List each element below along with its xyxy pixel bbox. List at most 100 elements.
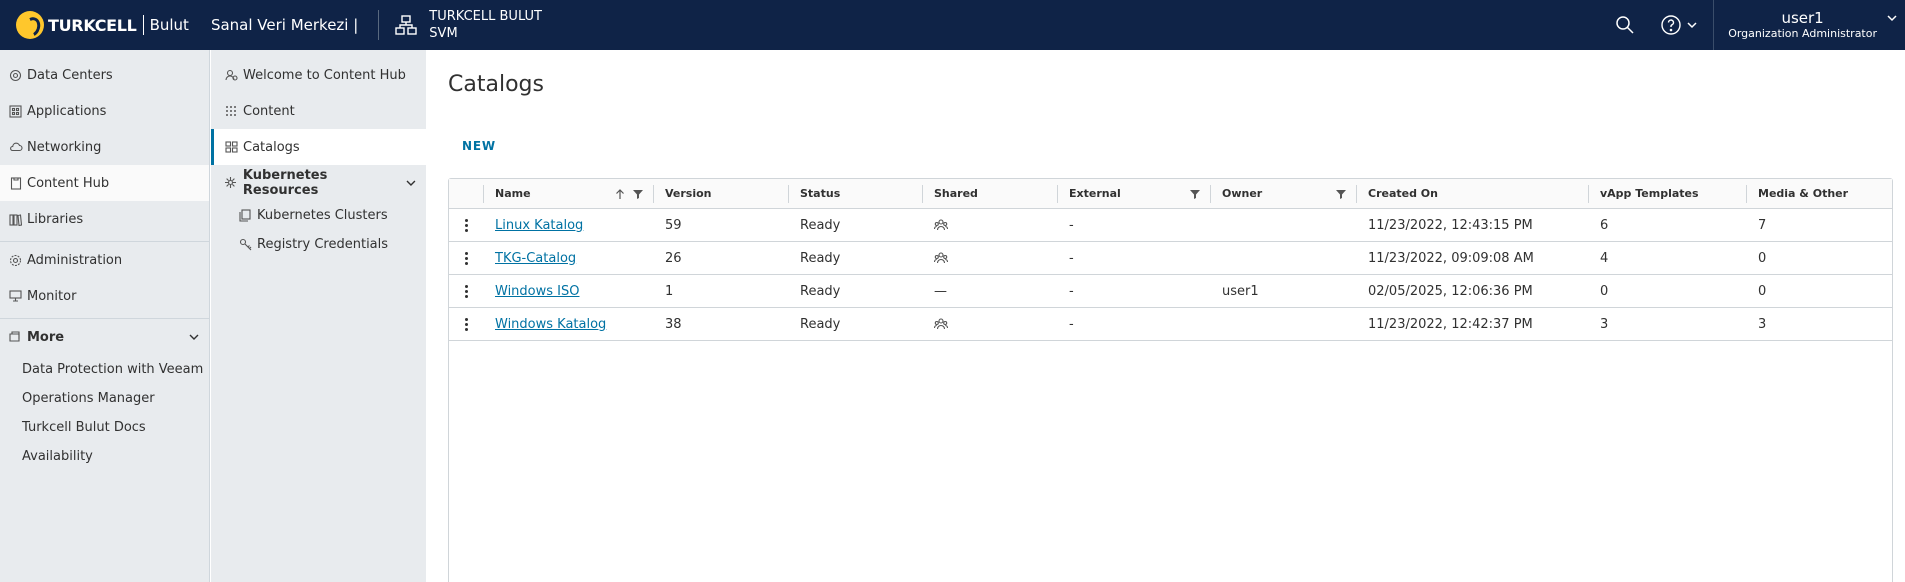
filter-icon[interactable] [1190,189,1200,199]
product-name: Bulut [149,16,189,34]
subnav-label: Registry Credentials [257,237,389,252]
sort-ascending-icon[interactable] [615,188,625,200]
subnav-label: Catalogs [243,139,300,155]
nav-sub-veeam[interactable]: Data Protection with Veeam [0,355,209,384]
subnav-kubernetes-clusters[interactable]: Kubernetes Clusters [211,201,426,230]
column-header-created-on[interactable]: Created On [1356,179,1588,208]
column-label: Name [495,187,531,200]
cell-vapp-templates: 6 [1600,217,1609,233]
organization-switcher[interactable]: TURKCELL BULUT SVM [429,8,542,42]
site-name: Sanal Veri Merkezi | [210,16,359,34]
nav-label: Applications [27,103,107,119]
cell-owner [1210,308,1356,340]
new-catalog-button[interactable]: NEW [448,130,510,162]
catalog-name-link[interactable]: Windows Katalog [495,317,606,332]
catalog-name-link[interactable]: Windows ISO [495,284,579,299]
nav-item-applications[interactable]: Applications [0,93,209,129]
gear-icon [8,253,23,268]
subnav-label: Content [243,103,295,119]
datacenter-icon [8,68,23,83]
org-name: TURKCELL BULUT [429,9,542,24]
kubernetes-icon [224,176,238,190]
column-label: Owner [1222,187,1263,200]
column-label: Created On [1368,187,1438,200]
column-label: Version [665,187,712,200]
column-label: Shared [934,187,978,200]
search-icon[interactable] [1613,13,1637,37]
turkcell-logo-icon [16,11,44,39]
column-header-version[interactable]: Version [653,179,788,208]
catalog-name-link[interactable]: Linux Katalog [495,218,583,233]
cell-vapp-templates: 3 [1600,316,1609,332]
chevron-down-icon [406,180,416,186]
column-header-status[interactable]: Status [788,179,922,208]
org-sub: SVM [429,26,458,41]
nav-item-monitor[interactable]: Monitor [0,278,209,314]
user-menu[interactable]: user1 Organization Administrator [1713,0,1905,50]
cell-created-on: 11/23/2022, 09:09:08 AM [1368,250,1534,266]
monitor-icon [8,289,23,304]
cell-shared [922,242,1057,274]
subnav-kubernetes-group[interactable]: Kubernetes Resources [211,165,426,201]
column-header-owner[interactable]: Owner [1210,179,1356,208]
chevron-down-icon [189,334,199,340]
cell-external: - [1069,217,1074,233]
cell-external: - [1069,250,1074,266]
column-header-shared[interactable]: Shared [922,179,1057,208]
header-divider [378,10,380,40]
catalog-name-link[interactable]: TKG-Catalog [495,251,576,266]
subnav-registry-credentials[interactable]: Registry Credentials [211,230,426,259]
main-content: Catalogs NEW Name Version Status Shared … [426,50,1905,582]
cell-status: Ready [800,283,841,299]
cell-vapp-templates: 4 [1600,250,1609,266]
nav-item-content-hub[interactable]: Content Hub [0,165,209,201]
cell-version: 38 [665,316,682,332]
subnav-catalogs[interactable]: Catalogs [211,129,426,165]
nav-more-toggle[interactable]: More [0,319,209,355]
datagrid-header: Name Version Status Shared External Owne… [449,179,1892,209]
nav-more-label: More [27,329,65,345]
column-header-external[interactable]: External [1057,179,1210,208]
cell-media-other: 3 [1758,316,1767,332]
catalogs-datagrid: Name Version Status Shared External Owne… [448,178,1893,582]
nav-item-libraries[interactable]: Libraries [0,201,209,237]
table-row: Windows ISO 1 Ready — - user1 02/05/2025… [449,275,1892,308]
subnav-label: Welcome to Content Hub [243,67,406,83]
column-select [449,179,483,208]
brand-name: TURKCELL [48,15,137,35]
subnav-label: Kubernetes Clusters [257,208,388,223]
cell-owner [1210,209,1356,241]
primary-nav: Data Centers Applications Networking Con… [0,50,210,582]
nav-item-data-centers[interactable]: Data Centers [0,57,209,93]
filter-icon[interactable] [633,189,643,199]
column-header-media-other[interactable]: Media & Other [1746,179,1892,208]
cell-external: - [1069,283,1074,299]
nav-item-administration[interactable]: Administration [0,242,209,278]
cell-created-on: 11/23/2022, 12:42:37 PM [1368,316,1533,332]
nav-item-networking[interactable]: Networking [0,129,209,165]
row-actions-kebab-icon[interactable] [449,275,483,307]
column-header-name[interactable]: Name [483,179,653,208]
cell-owner: user1 [1222,283,1259,299]
row-actions-kebab-icon[interactable] [449,308,483,340]
nav-sub-availability[interactable]: Availability [0,442,209,471]
nav-label: Administration [27,252,123,268]
cell-media-other: 7 [1758,217,1767,233]
filter-icon[interactable] [1336,189,1346,199]
column-label: vApp Templates [1600,187,1699,200]
row-actions-kebab-icon[interactable] [449,209,483,241]
cell-shared [922,209,1057,241]
help-chevron-down-icon[interactable] [1685,13,1699,37]
turkcell-logo[interactable]: TURKCELL Bulut [0,0,189,50]
cell-owner [1210,242,1356,274]
cell-version: 59 [665,217,682,233]
nav-sub-operations-manager[interactable]: Operations Manager [0,384,209,413]
help-icon[interactable] [1659,13,1683,37]
row-actions-kebab-icon[interactable] [449,242,483,274]
subnav-content[interactable]: Content [211,93,426,129]
more-apps-icon [8,330,23,345]
secondary-nav: Welcome to Content Hub Content Catalogs … [211,50,426,582]
nav-sub-docs[interactable]: Turkcell Bulut Docs [0,413,209,442]
subnav-welcome[interactable]: Welcome to Content Hub [211,57,426,93]
column-header-vapp-templates[interactable]: vApp Templates [1588,179,1746,208]
